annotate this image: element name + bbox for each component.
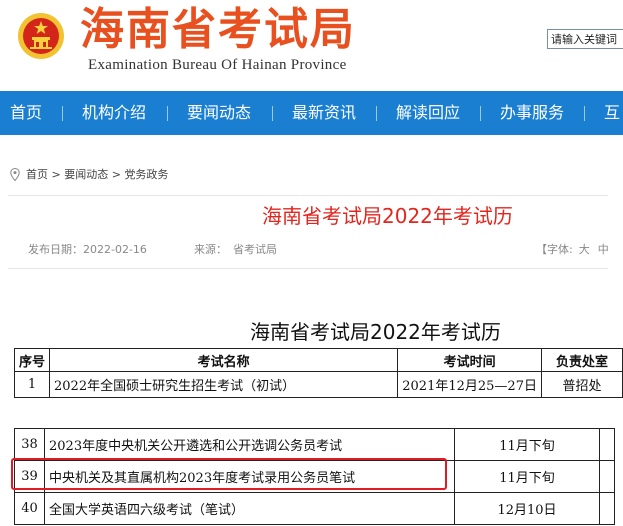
divider xyxy=(8,268,608,269)
table-row: 40 全国大学英语四六级考试（笔试） 12月10日 xyxy=(14,492,615,525)
site-title: 海南省考试局 xyxy=(80,4,356,55)
breadcrumb-home[interactable]: 首页 xyxy=(26,168,48,181)
nav-separator xyxy=(272,106,273,121)
nav-item-interaction[interactable]: 互 xyxy=(604,91,620,135)
national-emblem-icon xyxy=(18,13,64,59)
source-label: 来源： xyxy=(194,243,227,256)
nav-item-interpretation[interactable]: 解读回应 xyxy=(396,91,460,135)
row-department: 普招处 xyxy=(540,371,623,398)
breadcrumb-separator: > xyxy=(51,168,61,181)
article-title: 海南省考试局2022年考试历 xyxy=(262,204,513,228)
font-size-label: 【字体: xyxy=(536,243,573,256)
row-exam-name: 2023年度中央机关公开遴选和公开选调公务员考试 xyxy=(44,428,455,461)
row-number: 1 xyxy=(13,371,51,398)
breadcrumb-news[interactable]: 要闻动态 xyxy=(64,168,108,181)
publish-date-value: 2022-02-16 xyxy=(83,243,147,256)
row-exam-time: 11月下旬 xyxy=(454,460,600,493)
nav-separator xyxy=(584,106,585,121)
nav-separator xyxy=(376,106,377,121)
font-medium-button[interactable]: 中 xyxy=(598,243,609,256)
font-large-button[interactable]: 大 xyxy=(579,243,590,256)
divider xyxy=(8,195,608,196)
row-exam-name: 全国大学英语四六级考试（笔试） xyxy=(44,492,455,525)
row-department xyxy=(599,492,615,525)
site-header: 海南省考试局 Examination Bureau Of Hainan Prov… xyxy=(0,0,623,90)
search-input[interactable] xyxy=(547,29,623,49)
table-row: 1 2022年全国硕士研究生招生考试（初试） 2021年12月25—27日 普招… xyxy=(13,371,623,398)
header-exam-time: 考试时间 xyxy=(397,348,542,372)
nav-separator xyxy=(167,106,168,121)
publish-date-label: 发布日期： xyxy=(28,243,83,256)
nav-item-about[interactable]: 机构介绍 xyxy=(82,91,146,135)
table-header-row: 序号 考试名称 考试时间 负责处室 xyxy=(13,348,623,372)
row-exam-time: 11月下旬 xyxy=(454,428,600,461)
table-row: 38 2023年度中央机关公开遴选和公开选调公务员考试 11月下旬 xyxy=(14,428,615,461)
source-value: 省考试局 xyxy=(233,243,277,256)
row-number: 40 xyxy=(14,492,45,525)
row-exam-name: 2022年全国硕士研究生招生考试（初试） xyxy=(49,371,399,398)
nav-item-services[interactable]: 办事服务 xyxy=(500,91,564,135)
header-department: 负责处室 xyxy=(540,348,623,372)
site-subtitle: Examination Bureau Of Hainan Province xyxy=(88,57,347,73)
calendar-table: 序号 考试名称 考试时间 负责处室 1 2022年全国硕士研究生招生考试（初试）… xyxy=(13,348,623,398)
nav-item-news[interactable]: 要闻动态 xyxy=(187,91,251,135)
nav-separator xyxy=(62,106,63,121)
breadcrumb-separator: > xyxy=(111,168,121,181)
row-exam-time: 12月10日 xyxy=(454,492,600,525)
nav-separator xyxy=(480,106,481,121)
highlight-annotation xyxy=(11,458,447,490)
row-department xyxy=(599,428,615,461)
row-number: 38 xyxy=(14,428,45,461)
row-exam-time: 2021年12月25—27日 xyxy=(397,371,542,398)
row-department xyxy=(599,460,615,493)
main-nav: 首页 机构介绍 要闻动态 最新资讯 解读回应 办事服务 互 xyxy=(0,91,623,135)
article-source: 来源： 省考试局 xyxy=(194,241,277,257)
publish-date: 发布日期：2022-02-16 xyxy=(28,241,147,257)
location-pin-icon xyxy=(10,167,20,182)
calendar-title: 海南省考试局2022年考试历 xyxy=(250,320,501,344)
header-number: 序号 xyxy=(13,348,51,372)
breadcrumb-party-affairs[interactable]: 党务政务 xyxy=(124,168,168,181)
nav-item-latest[interactable]: 最新资讯 xyxy=(292,91,356,135)
font-size-switcher: 【字体: 大中 xyxy=(536,241,609,257)
breadcrumb: 首页 > 要闻动态 > 党务政务 xyxy=(10,166,168,182)
header-exam-name: 考试名称 xyxy=(49,348,399,372)
nav-item-home[interactable]: 首页 xyxy=(10,91,42,135)
